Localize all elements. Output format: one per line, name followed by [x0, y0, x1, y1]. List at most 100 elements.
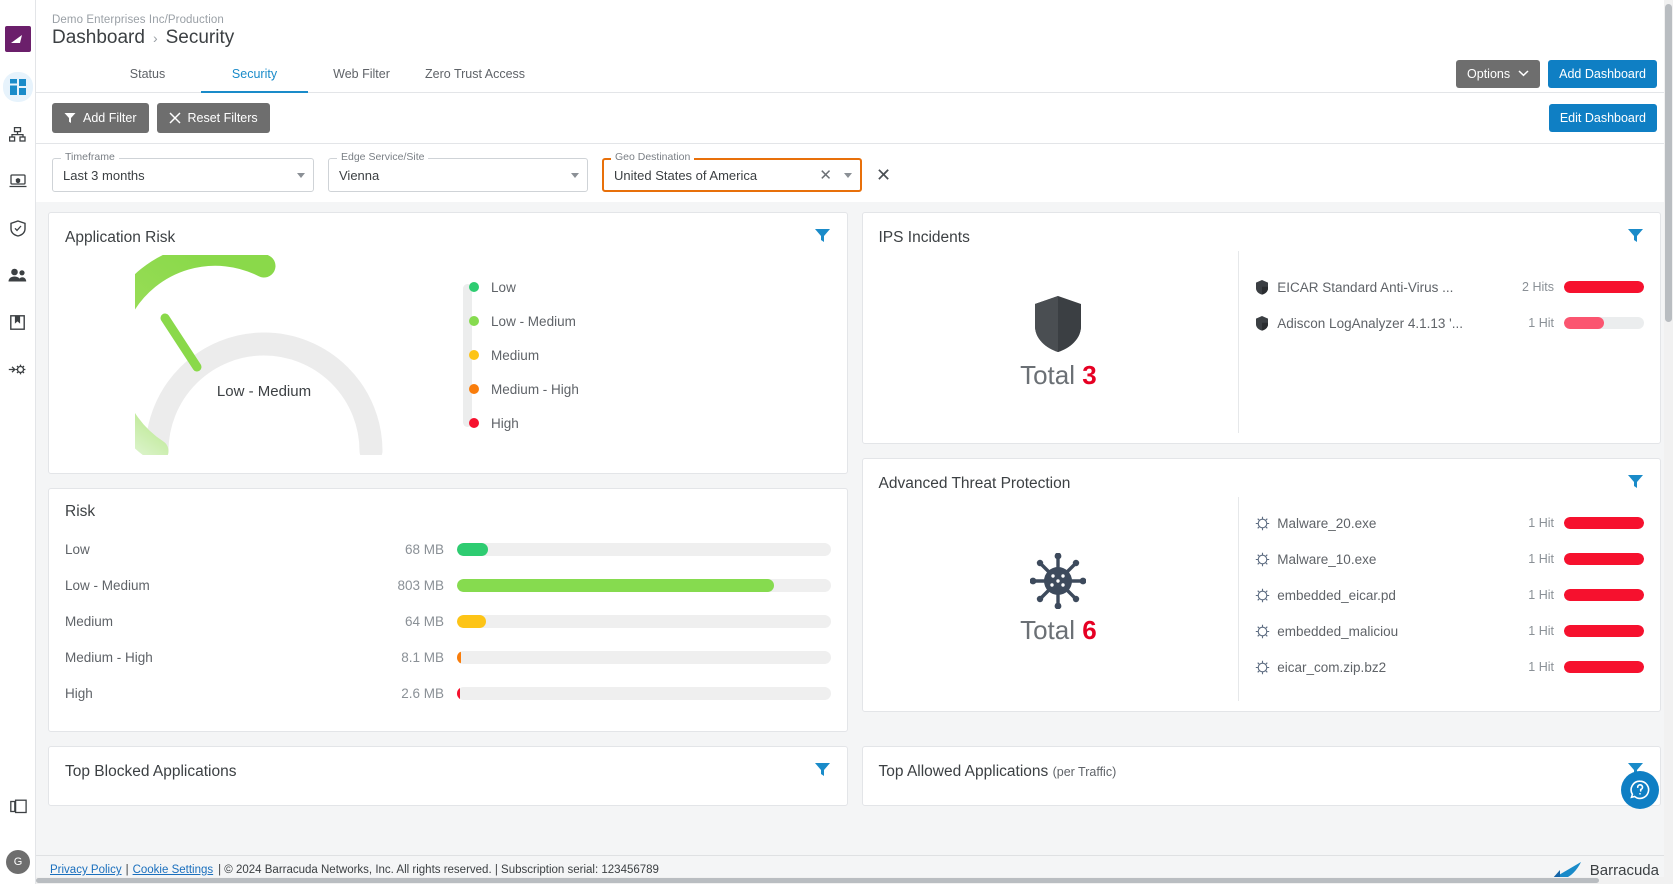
tab-security[interactable]: Security: [201, 57, 308, 93]
atp-item-name: embedded_maliciou: [1277, 623, 1399, 639]
vertical-scrollbar[interactable]: [1664, 0, 1673, 884]
filter-edge-service-site[interactable]: Edge Service/Site Vienna: [328, 151, 588, 192]
reset-filters-button[interactable]: Reset Filters: [156, 103, 270, 133]
breadcrumb: Demo Enterprises Inc/Production Dashboar…: [36, 8, 1673, 49]
tab-zero-trust-access[interactable]: Zero Trust Access: [415, 57, 535, 93]
risk-row-label: High: [65, 685, 93, 701]
edit-dashboard-button[interactable]: Edit Dashboard: [1548, 104, 1657, 132]
panel-filter-icon[interactable]: [814, 761, 831, 783]
chevron-down-icon[interactable]: [297, 172, 305, 178]
atp-item-name: eicar_com.zip.bz2: [1277, 659, 1387, 675]
footer-copyright: | © 2024 Barracuda Networks, Inc. All ri…: [218, 864, 659, 876]
sidebar-item-users[interactable]: [3, 260, 33, 290]
legend-dot-medium-high: [469, 384, 480, 394]
panel-filter-icon[interactable]: [814, 227, 831, 249]
panel-filter-icon[interactable]: [1627, 227, 1644, 249]
sidebar-item-network[interactable]: [3, 119, 33, 149]
legend-dot-high: [469, 418, 480, 428]
legend-label-medium: Medium: [491, 347, 540, 363]
list-item[interactable]: Adiscon LogAnalyzer 4.1.13 '... 1 Hit: [1255, 305, 1644, 341]
edit-dashboard-group: Edit Dashboard: [1548, 104, 1657, 132]
list-item[interactable]: Malware_20.exe 1 Hit: [1255, 505, 1644, 541]
atp-total-value: 6: [1082, 614, 1097, 645]
options-button[interactable]: Options: [1456, 59, 1541, 88]
ips-incidents-body: Total 3 EICAR Standard Anti-Virus ... 2 …: [863, 251, 1661, 443]
ips-total-label: Total: [1020, 359, 1075, 390]
list-item[interactable]: Malware_10.exe 1 Hit: [1255, 541, 1644, 577]
panel-top-blocked-applications: Top Blocked Applications: [48, 746, 848, 806]
sidebar-item-security[interactable]: [3, 213, 33, 243]
shield-icon: [1255, 315, 1277, 331]
horizontal-scrollbar-thumb[interactable]: [36, 878, 1599, 883]
ips-item-hits: 2 Hits: [1522, 280, 1554, 294]
gauge-value-label: Low - Medium: [216, 383, 312, 400]
panel-top-allowed-header: Top Allowed Applications (per Traffic): [863, 747, 1661, 785]
filter-edge-service-box[interactable]: Vienna: [328, 158, 588, 192]
atp-total-label: Total: [1020, 614, 1075, 645]
vertical-scrollbar-thumb[interactable]: [1665, 4, 1672, 322]
legend-dot-low-medium: [469, 316, 480, 326]
legend-dot-medium: [469, 350, 480, 360]
sidebar-item-logs[interactable]: [3, 307, 33, 337]
atp-item-bar-fill: [1564, 625, 1644, 637]
funnel-icon: [64, 113, 76, 123]
reset-filters-label: Reset Filters: [187, 111, 258, 125]
risk-rows: Low 68 MB Low - Medium 803 MB Medium 64 …: [49, 523, 847, 731]
ips-item-name: EICAR Standard Anti-Virus ...: [1277, 279, 1454, 295]
atp-item-bar: [1564, 589, 1644, 601]
avatar[interactable]: G: [6, 850, 30, 874]
panel-advanced-threat-protection: Advanced Threat Protection Total 6 Malwa…: [861, 458, 1661, 712]
list-item[interactable]: EICAR Standard Anti-Virus ... 2 Hits: [1255, 269, 1644, 305]
funnel-icon: [814, 763, 830, 776]
panel-risk-header: Risk: [49, 489, 847, 523]
help-button[interactable]: [1621, 771, 1659, 809]
list-item[interactable]: eicar_com.zip.bz2 1 Hit: [1255, 649, 1644, 685]
chevron-down-icon[interactable]: [571, 172, 579, 178]
filter-timeframe-label: Timeframe: [61, 151, 119, 163]
add-filter-button[interactable]: Add Filter: [52, 103, 149, 133]
filter-timeframe-box[interactable]: Last 3 months: [52, 158, 314, 192]
options-label: Options: [1467, 66, 1511, 81]
list-item[interactable]: embedded_eicar.pd 1 Hit: [1255, 577, 1644, 613]
horizontal-scrollbar[interactable]: [36, 877, 1664, 884]
application-risk-legend: Low Low - Medium Medium Medium - High Hi…: [463, 280, 830, 431]
filter-geo-destination-value: United States of America: [614, 167, 758, 183]
sidebar-item-integrations[interactable]: [3, 354, 33, 384]
list-item[interactable]: embedded_maliciou 1 Hit: [1255, 613, 1644, 649]
cookie-settings-link[interactable]: Cookie Settings: [133, 864, 214, 876]
privacy-policy-link[interactable]: Privacy Policy: [50, 864, 122, 876]
remove-filter-icon[interactable]: ✕: [876, 165, 891, 186]
dashboard-column-right: IPS Incidents Total 3 EICAR Standard Ant…: [861, 212, 1661, 732]
filter-geo-destination-box[interactable]: United States of America ✕: [602, 158, 862, 192]
shield-icon: [1035, 295, 1082, 352]
sidebar-bottom-group: G: [0, 791, 36, 874]
table-row: Medium 64 MB: [65, 603, 831, 639]
filter-timeframe[interactable]: Timeframe Last 3 months: [52, 151, 314, 192]
sidebar-item-dashboard[interactable]: [2, 72, 33, 102]
virus-icon: [1255, 588, 1277, 603]
chevron-down-icon[interactable]: [844, 172, 852, 178]
close-icon: [168, 112, 181, 124]
panel-top-allowed-title: Top Allowed Applications (per Traffic): [879, 763, 1117, 781]
tab-status[interactable]: Status: [94, 57, 201, 93]
atp-item-name: Malware_20.exe: [1277, 515, 1377, 531]
risk-row-value: 8.1 MB: [401, 649, 444, 665]
atp-total: Total 6: [1020, 615, 1097, 646]
sidebar-item-endpoint[interactable]: [3, 166, 33, 196]
legend-label-high: High: [491, 415, 519, 431]
add-dashboard-button[interactable]: Add Dashboard: [1548, 59, 1657, 88]
page-title-secondary: Security: [165, 27, 235, 48]
tab-web-filter[interactable]: Web Filter: [308, 57, 415, 93]
atp-item-hits: 1 Hit: [1528, 516, 1554, 530]
chevron-down-icon: [1518, 70, 1529, 77]
clear-geo-destination-icon[interactable]: ✕: [819, 166, 832, 184]
ips-total-block: Total 3: [879, 251, 1239, 433]
atp-item-bar: [1564, 625, 1644, 637]
filter-geo-destination[interactable]: Geo Destination United States of America…: [602, 151, 862, 192]
legend-item: High: [469, 416, 830, 431]
panel-filter-icon[interactable]: [1627, 473, 1644, 495]
barracuda-logo-icon[interactable]: [4, 26, 31, 52]
footer-divider: |: [125, 864, 129, 876]
legend-item: Medium - High: [469, 382, 830, 397]
sidebar-item-copy[interactable]: [3, 791, 33, 821]
